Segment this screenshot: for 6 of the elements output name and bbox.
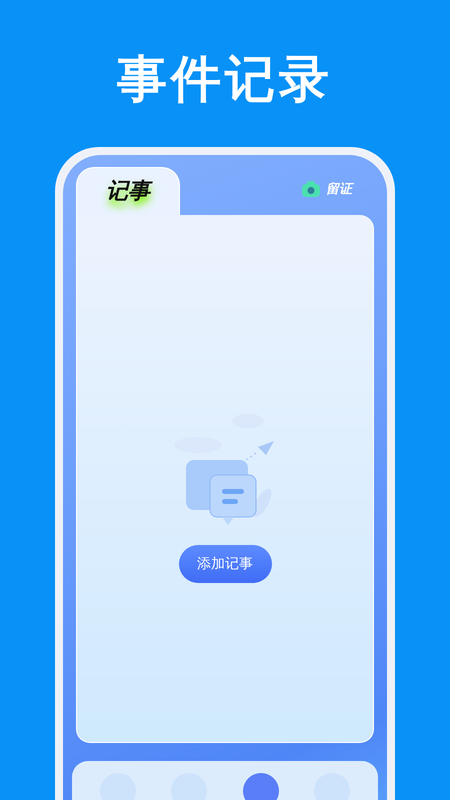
nav-button[interactable] [242, 773, 279, 800]
add-note-button[interactable]: 添加记事 [178, 545, 272, 584]
evidence-tab[interactable]: 留证 [300, 177, 354, 202]
notes-tab[interactable]: 记事 [76, 167, 180, 216]
page-title: 事件记录 [117, 49, 333, 110]
camera-icon [302, 181, 320, 198]
